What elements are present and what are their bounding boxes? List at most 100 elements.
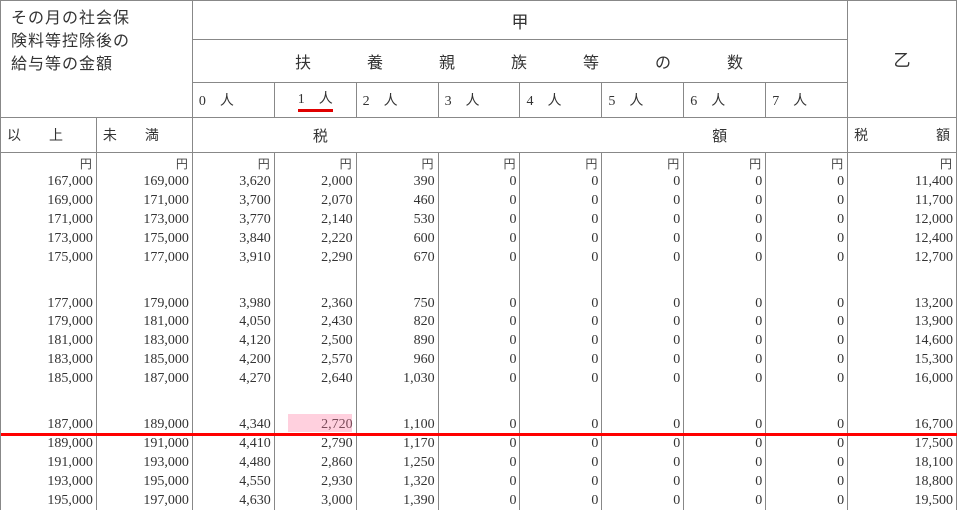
dep-cell: 0 — [766, 331, 848, 350]
dep-cell: 0 — [766, 472, 848, 491]
otsu-cell: 12,400 — [848, 229, 957, 248]
otsu-cell: 13,200 — [848, 267, 957, 313]
range-cell: 197,000 — [96, 491, 192, 510]
dep-cell: 750 — [356, 267, 438, 313]
dep-cell: 0 — [684, 210, 766, 229]
yen-unit: 円 — [1, 153, 97, 173]
dep-cell: 0 — [438, 267, 520, 313]
dep-cell: 0 — [602, 210, 684, 229]
table-row: 181,000183,0004,1202,5008900000014,600 — [1, 331, 957, 350]
dep-cell: 0 — [766, 248, 848, 267]
dep-cell: 0 — [684, 312, 766, 331]
yen-unit: 円 — [684, 153, 766, 173]
dep-cell: 0 — [520, 210, 602, 229]
otsu-cell: 18,800 — [848, 472, 957, 491]
dep-cell: 0 — [520, 312, 602, 331]
range-cell: 171,000 — [96, 191, 192, 210]
range-cell: 183,000 — [96, 331, 192, 350]
dep-cell: 2,790 — [274, 434, 356, 453]
dep-cell: 4,340 — [192, 388, 274, 434]
otsu-cell: 16,000 — [848, 369, 957, 388]
salary-label-line: 険料等控除後の — [11, 30, 182, 53]
dep-cell: 0 — [438, 434, 520, 453]
dep-cell: 3,620 — [192, 172, 274, 191]
range-cell: 169,000 — [1, 191, 97, 210]
range-cell: 181,000 — [96, 312, 192, 331]
dep-cell: 0 — [766, 229, 848, 248]
dep-cell: 0 — [438, 312, 520, 331]
dep-cell: 3,000 — [274, 491, 356, 510]
range-cell: 187,000 — [1, 388, 97, 434]
table-row: 167,000169,0003,6202,0003900000011,400 — [1, 172, 957, 191]
yen-unit: 円 — [274, 153, 356, 173]
dep-cell: 4,550 — [192, 472, 274, 491]
range-cell: 175,000 — [1, 248, 97, 267]
dep-cell: 0 — [602, 267, 684, 313]
table-row: 191,000193,0004,4802,8601,2500000018,100 — [1, 453, 957, 472]
dep-cell: 0 — [438, 472, 520, 491]
dep-cell: 0 — [766, 369, 848, 388]
dep-cell: 0 — [438, 229, 520, 248]
dep-cell: 2,430 — [274, 312, 356, 331]
dep-cell: 0 — [684, 491, 766, 510]
dep-cell: 2,860 — [274, 453, 356, 472]
dep-cell: 3,770 — [192, 210, 274, 229]
otsu-cell: 12,700 — [848, 248, 957, 267]
table-row: 175,000177,0003,9102,2906700000012,700 — [1, 248, 957, 267]
dep-cell: 0 — [766, 388, 848, 434]
dep-cell: 2,140 — [274, 210, 356, 229]
table-row: 179,000181,0004,0502,4308200000013,900 — [1, 312, 957, 331]
otsu-cell: 15,300 — [848, 350, 957, 369]
table-row: 195,000197,0004,6303,0001,3900000019,500 — [1, 491, 957, 510]
dep-cell: 2,500 — [274, 331, 356, 350]
dep-cell: 4,270 — [192, 369, 274, 388]
table-row: 189,000191,0004,4102,7901,1700000017,500 — [1, 434, 957, 453]
dep-cell: 0 — [520, 350, 602, 369]
dep-col-header: 4 人 — [520, 83, 602, 118]
yen-unit: 円 — [96, 153, 192, 173]
dep-cell: 0 — [438, 491, 520, 510]
range-cell: 189,000 — [1, 434, 97, 453]
range-cell: 193,000 — [96, 453, 192, 472]
dep-cell: 0 — [438, 388, 520, 434]
otsu-cell: 19,500 — [848, 491, 957, 510]
dep-cell: 0 — [684, 434, 766, 453]
dep-cell: 0 — [520, 369, 602, 388]
dep-cell: 0 — [766, 434, 848, 453]
dep-col-header: 7 人 — [766, 83, 848, 118]
dep-cell: 0 — [766, 312, 848, 331]
dep-cell: 0 — [520, 491, 602, 510]
dep-cell: 0 — [684, 388, 766, 434]
range-cell: 173,000 — [1, 229, 97, 248]
dep-cell: 0 — [684, 229, 766, 248]
dep-cell: 0 — [684, 472, 766, 491]
gaku-label: 額 — [712, 125, 727, 146]
range-cell: 177,000 — [1, 267, 97, 313]
dep-col-header: 1 人 — [274, 83, 356, 118]
dep-cell: 0 — [602, 229, 684, 248]
dep-cell: 0 — [520, 229, 602, 248]
otsu-cell: 16,700 — [848, 388, 957, 434]
highlight-row-line — [1, 433, 957, 436]
dep-cell: 2,000 — [274, 172, 356, 191]
yen-unit: 円 — [192, 153, 274, 173]
yen-unit: 円 — [766, 153, 848, 173]
dep-cell: 0 — [602, 472, 684, 491]
dep-cell: 2,570 — [274, 350, 356, 369]
table-row: 187,000189,0004,3402,7201,1000000016,700 — [1, 388, 957, 434]
range-cell: 169,000 — [96, 172, 192, 191]
range-cell: 189,000 — [96, 388, 192, 434]
dep-cell: 0 — [684, 248, 766, 267]
dep-cell: 0 — [602, 248, 684, 267]
dep-cell: 2,930 — [274, 472, 356, 491]
range-cell: 175,000 — [96, 229, 192, 248]
kou-header: 甲 — [192, 1, 847, 40]
range-cell: 177,000 — [96, 248, 192, 267]
dep-cell: 0 — [684, 191, 766, 210]
dep-cell: 0 — [602, 491, 684, 510]
table-row: 183,000185,0004,2002,5709600000015,300 — [1, 350, 957, 369]
yen-unit: 円 — [438, 153, 520, 173]
highlight-cell — [288, 414, 352, 432]
salary-label-line: 給与等の金額 — [11, 53, 182, 76]
dep-cell: 0 — [684, 172, 766, 191]
